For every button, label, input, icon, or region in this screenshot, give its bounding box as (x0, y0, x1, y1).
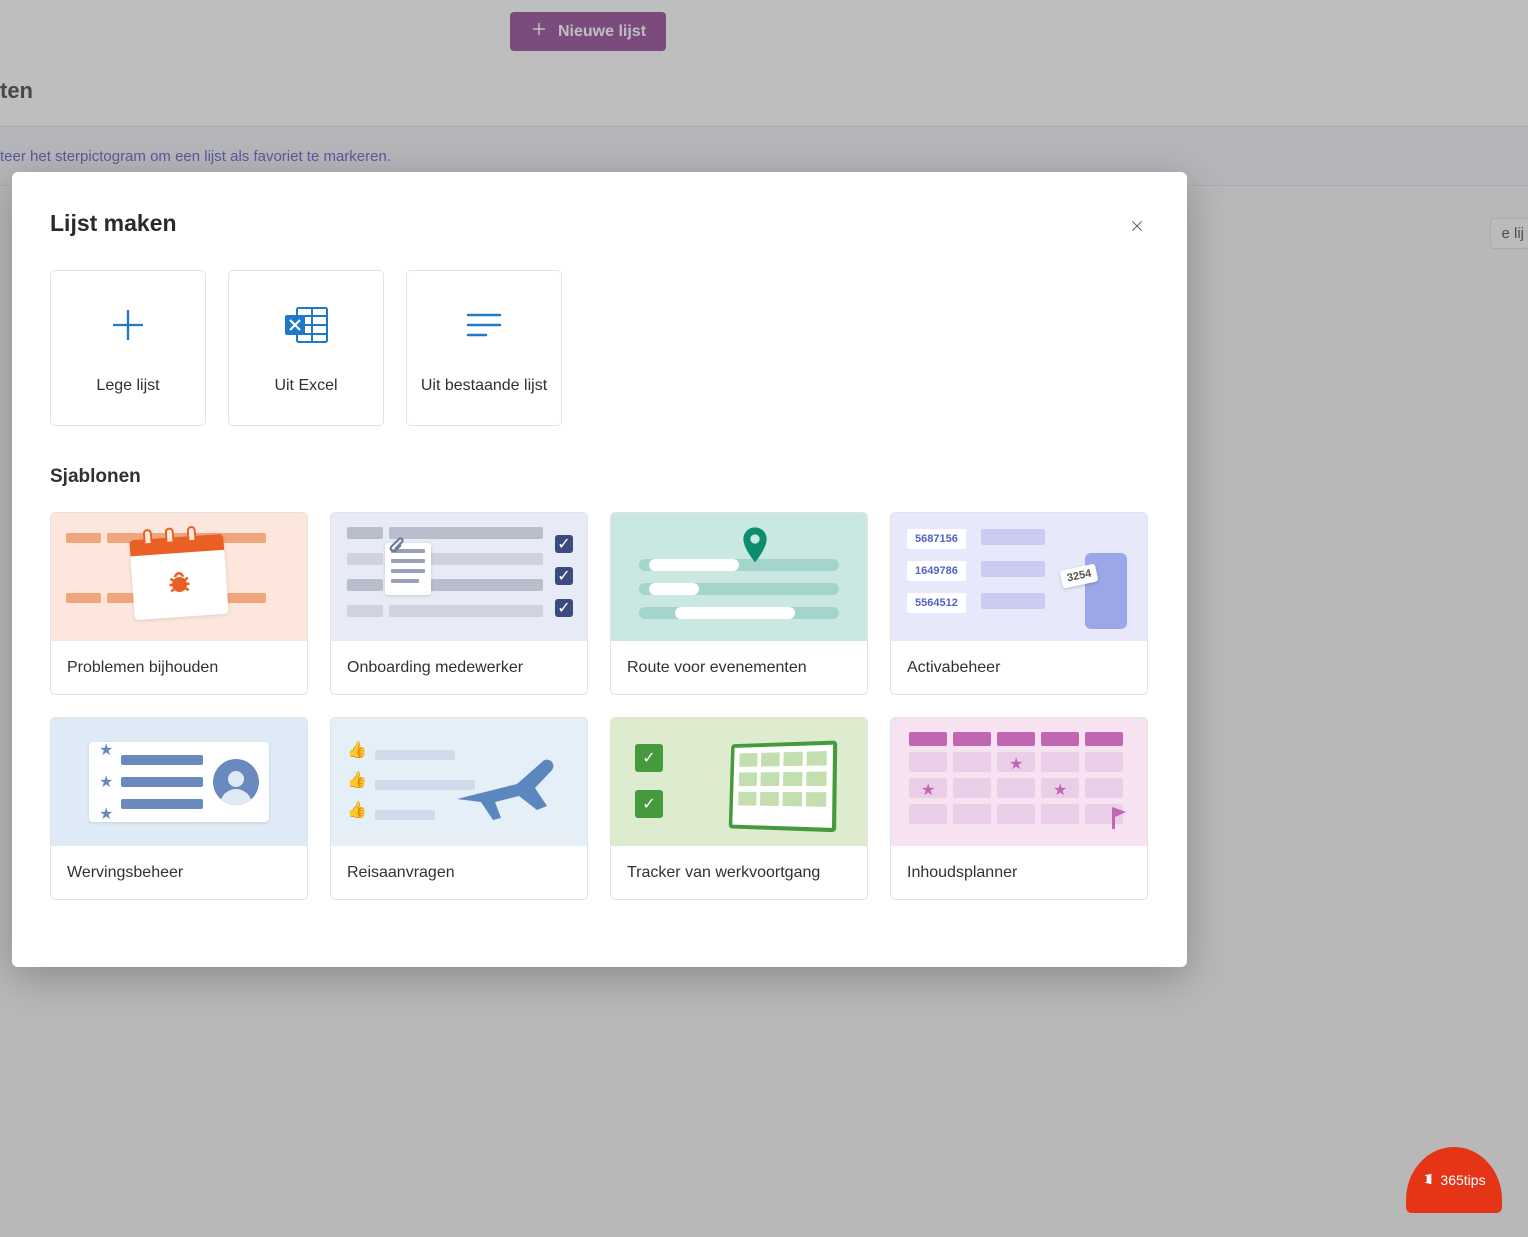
option-from-existing[interactable]: Uit bestaande lijst (406, 270, 562, 426)
templates-grid: Problemen bijhouden ✓ ✓ ✓ (50, 512, 1149, 900)
paperclip-icon (387, 535, 407, 555)
template-label: Reisaanvragen (331, 846, 587, 899)
template-recruitment[interactable]: ★ ★ ★ Wervingsbeheer (50, 717, 308, 900)
template-work-progress[interactable]: ✓ ✓ Tracker van werkvoortgang (610, 717, 868, 900)
star-icon: ★ (921, 780, 935, 800)
star-icon: ★ (99, 804, 113, 824)
star-icon: ★ (99, 772, 113, 792)
check-icon: ✓ (555, 535, 573, 553)
option-from-excel[interactable]: Uit Excel (228, 270, 384, 426)
template-label: Activabeheer (891, 641, 1147, 694)
option-label: Uit Excel (274, 377, 337, 395)
create-options-row: Lege lijst Uit Excel (50, 270, 1149, 426)
watermark-text: 365tips (1440, 1172, 1485, 1188)
bug-icon (163, 566, 195, 603)
avatar-icon (213, 759, 259, 805)
template-thumbnail (611, 513, 867, 641)
option-label: Uit bestaande lijst (421, 377, 547, 395)
flag-icon (1109, 805, 1131, 836)
star-icon: ★ (1009, 754, 1023, 774)
template-thumbnail: ✓ ✓ ✓ (331, 513, 587, 641)
modal-header: Lijst maken (50, 210, 1149, 240)
plus-icon (104, 301, 152, 349)
template-content-scheduler[interactable]: ★ ★ ★ Inhoudsplanner (890, 717, 1148, 900)
template-issue-tracker[interactable]: Problemen bijhouden (50, 512, 308, 695)
templates-section-title: Sjablonen (50, 466, 1149, 488)
close-button[interactable] (1125, 216, 1149, 240)
template-event-itinerary[interactable]: Route voor evenementen (610, 512, 868, 695)
template-thumbnail: ★ ★ ★ (891, 718, 1147, 846)
check-icon: ✓ (635, 744, 663, 772)
check-icon: ✓ (635, 790, 663, 818)
airplane-icon (447, 744, 567, 829)
check-icon: ✓ (555, 567, 573, 585)
check-icon: ✓ (555, 599, 573, 617)
thumbs-up-icon: 👍 (347, 770, 367, 790)
template-thumbnail: ✓ ✓ (611, 718, 867, 846)
create-list-modal: Lijst maken Lege lijst (12, 172, 1187, 967)
template-thumbnail: ★ ★ ★ (51, 718, 307, 846)
template-label: Inhoudsplanner (891, 846, 1147, 899)
template-label: Wervingsbeheer (51, 846, 307, 899)
excel-icon (282, 301, 330, 349)
template-label: Tracker van werkvoortgang (611, 846, 867, 899)
star-icon: ★ (99, 740, 113, 760)
asset-id: 5564512 (907, 593, 966, 613)
template-thumbnail (51, 513, 307, 641)
close-icon (1129, 218, 1145, 239)
template-asset-manager[interactable]: 5687156 1649786 5564512 3254 Activabehee… (890, 512, 1148, 695)
template-label: Onboarding medewerker (331, 641, 587, 694)
asset-id: 5687156 (907, 529, 966, 549)
template-onboarding[interactable]: ✓ ✓ ✓ Onboarding medewerker (330, 512, 588, 695)
thumbs-up-icon: 👍 (347, 800, 367, 820)
list-icon (460, 301, 508, 349)
template-label: Problemen bijhouden (51, 641, 307, 694)
office-icon (1422, 1172, 1436, 1189)
asset-id: 1649786 (907, 561, 966, 581)
template-label: Route voor evenementen (611, 641, 867, 694)
modal-title: Lijst maken (50, 210, 177, 237)
template-thumbnail: 5687156 1649786 5564512 3254 (891, 513, 1147, 641)
option-label: Lege lijst (96, 377, 159, 395)
map-pin-icon (741, 527, 769, 570)
option-blank-list[interactable]: Lege lijst (50, 270, 206, 426)
star-icon: ★ (1053, 780, 1067, 800)
thumbs-up-icon: 👍 (347, 740, 367, 760)
template-travel-requests[interactable]: 👍 👍 👍 Reisaanvragen (330, 717, 588, 900)
template-thumbnail: 👍 👍 👍 (331, 718, 587, 846)
